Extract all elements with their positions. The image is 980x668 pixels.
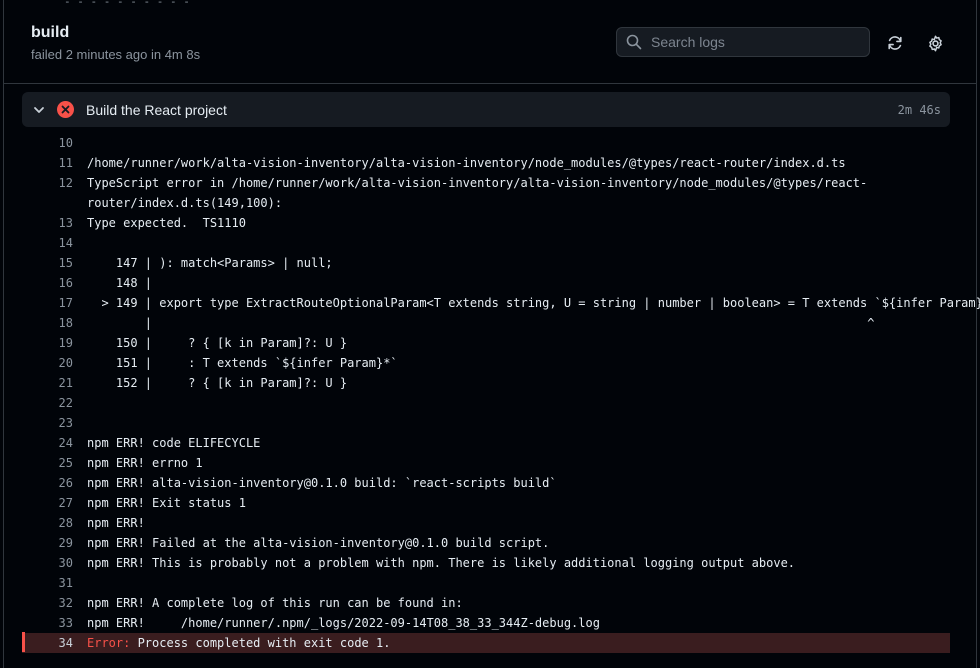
chevron-down-icon[interactable] [32, 103, 46, 117]
log-text: 147 | ): match<Params> | null; [87, 256, 333, 270]
refresh-button[interactable] [886, 34, 904, 52]
log-line: 24 npm ERR! code ELIFECYCLE [22, 433, 950, 453]
log-line: 30 npm ERR! This is probably not a proble… [22, 553, 950, 573]
search-logs-box[interactable] [616, 27, 870, 57]
line-number[interactable]: 29 [22, 533, 73, 553]
log-text: 152 | ? { [k in Param]?: U } [87, 376, 348, 390]
log-text: npm ERR! This is probably not a problem … [87, 556, 796, 570]
line-number[interactable]: 30 [22, 553, 73, 573]
log-text: | ^ [87, 316, 875, 330]
log-line: 25 npm ERR! errno 1 [22, 453, 950, 473]
step-duration: 2m 46s [897, 102, 941, 117]
log-line: router/index.d.ts(149,100): [22, 193, 950, 213]
line-number[interactable]: 10 [22, 133, 73, 153]
log-line: 16 148 | [22, 273, 950, 293]
log-line: 26 npm ERR! alta-vision-inventory@0.1.0 b… [22, 473, 950, 493]
log-text: npm ERR! errno 1 [87, 456, 203, 470]
log-line: 13 Type expected. TS1110 [22, 213, 950, 233]
error-label: Error: [87, 636, 131, 650]
line-number[interactable]: 20 [22, 353, 73, 373]
log-line: 12 TypeScript error in /home/runner/work/… [22, 173, 950, 193]
log-text: npm ERR! Exit status 1 [87, 496, 246, 510]
line-number[interactable]: 21 [22, 373, 73, 393]
refresh-icon [888, 36, 902, 50]
log-line: 28 npm ERR! [22, 513, 950, 533]
line-number[interactable]: 25 [22, 453, 73, 473]
job-header: - - - - - - - - - - build failed 2 minut… [4, 0, 976, 84]
log-text: Error: Process completed with exit code … [87, 633, 390, 653]
job-log-panel: - - - - - - - - - - build failed 2 minut… [3, 0, 980, 668]
log-line: 31 [22, 573, 950, 593]
job-title: build [31, 24, 70, 41]
line-number[interactable]: 18 [22, 313, 73, 333]
log-text: Type expected. TS1110 [87, 216, 246, 230]
search-icon [626, 34, 642, 50]
log-text: 148 | [87, 276, 153, 290]
line-number[interactable]: 13 [22, 213, 73, 233]
line-number[interactable]: 27 [22, 493, 73, 513]
log-line: 18 | ^ [22, 313, 950, 333]
log-line: 32 npm ERR! A complete log of this run ca… [22, 593, 950, 613]
log-line: 33 npm ERR! /home/runner/.npm/_logs/2022-… [22, 613, 950, 633]
log-line: 20 151 | : T extends `${infer Param}*` [22, 353, 950, 373]
log-text: 150 | ? { [k in Param]?: U } [87, 336, 348, 350]
log-line: 10 [22, 133, 950, 153]
line-number[interactable]: 24 [22, 433, 73, 453]
log-line: 29 npm ERR! Failed at the alta-vision-inv… [22, 533, 950, 553]
log-text: npm ERR! /home/runner/.npm/_logs/2022-09… [87, 616, 600, 630]
log-text: router/index.d.ts(149,100): [87, 196, 283, 210]
line-number[interactable]: 11 [22, 153, 73, 173]
line-number[interactable]: 19 [22, 333, 73, 353]
line-number[interactable]: 22 [22, 393, 73, 413]
log-text: TypeScript error in /home/runner/work/al… [87, 176, 868, 190]
error-line-marker [22, 632, 25, 652]
error-log-line: 34 Error: Process completed with exit cod… [22, 633, 950, 653]
truncated-previous-line: - - - - - - - - - - [64, 0, 190, 4]
line-number[interactable]: 14 [22, 233, 73, 253]
line-number[interactable]: 33 [22, 613, 73, 633]
gear-icon [928, 35, 942, 51]
log-line: 21 152 | ? { [k in Param]?: U } [22, 373, 950, 393]
log-line: 19 150 | ? { [k in Param]?: U } [22, 333, 950, 353]
line-number[interactable]: 31 [22, 573, 73, 593]
log-line: 22 [22, 393, 950, 413]
error-message: Process completed with exit code 1. [130, 636, 391, 650]
settings-button[interactable] [926, 34, 944, 52]
log-line: 27 npm ERR! Exit status 1 [22, 493, 950, 513]
log-output: 10 11/home/runner/work/alta-vision-invent… [22, 133, 980, 653]
log-line: 14 [22, 233, 950, 253]
log-line: 23 [22, 413, 950, 433]
log-text: > 149 | export type ExtractRouteOptional… [87, 296, 980, 310]
log-text: npm ERR! code ELIFECYCLE [87, 436, 261, 450]
log-text: 151 | : T extends `${infer Param}*` [87, 356, 398, 370]
line-number[interactable]: 17 [22, 293, 73, 313]
job-status-text: failed 2 minutes ago in 4m 8s [31, 47, 201, 62]
failure-x-icon [57, 101, 74, 118]
log-line: 15 147 | ): match<Params> | null; [22, 253, 950, 273]
line-number[interactable]: 32 [22, 593, 73, 613]
line-number[interactable]: 15 [22, 253, 73, 273]
log-line: 17 > 149 | export type ExtractRouteOptio… [22, 293, 980, 313]
log-line: 11/home/runner/work/alta-vision-inventor… [22, 153, 950, 173]
line-number[interactable]: 23 [22, 413, 73, 433]
log-text: npm ERR! Failed at the alta-vision-inven… [87, 536, 550, 550]
log-text: npm ERR! alta-vision-inventory@0.1.0 bui… [87, 476, 557, 490]
step-header[interactable]: Build the React project 2m 46s [22, 92, 950, 127]
search-logs-input[interactable] [649, 33, 853, 51]
log-text: npm ERR! [87, 516, 145, 530]
line-number[interactable]: 12 [22, 173, 73, 193]
line-number[interactable]: 16 [22, 273, 73, 293]
log-text: /home/runner/work/alta-vision-inventory/… [87, 156, 846, 170]
step-name: Build the React project [86, 101, 227, 118]
log-text: npm ERR! A complete log of this run can … [87, 596, 463, 610]
line-number[interactable]: 28 [22, 513, 73, 533]
line-number[interactable]: 26 [22, 473, 73, 493]
line-number[interactable]: 34 [22, 633, 73, 653]
